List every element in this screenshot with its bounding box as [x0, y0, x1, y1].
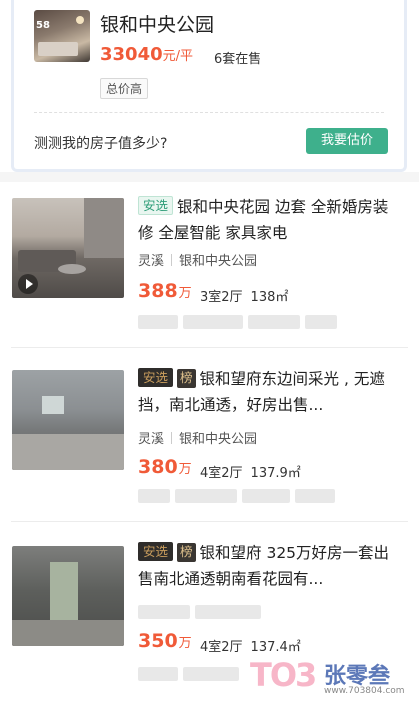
thumbnail-lamp-shape	[76, 16, 84, 24]
thumbnail-table-shape	[58, 264, 86, 274]
listing-blurred-tags	[138, 666, 244, 681]
listing-title[interactable]: 安选榜银和望府东边间采光 , 无遮挡，南北通透，好房出售...	[138, 366, 400, 418]
listing-price-value: 388	[138, 280, 178, 302]
listing-area: 137.4㎡	[250, 640, 301, 655]
play-video-icon[interactable]	[18, 274, 38, 294]
thumbnail-count: 58	[36, 20, 50, 31]
community-price: 33040元/平	[100, 44, 193, 65]
thumbnail-door-shape	[50, 562, 78, 620]
listing-location: 灵溪 银和中央公园	[138, 250, 257, 269]
listing-title-text: 银和望府东边间采光 , 无遮挡，南北通透，好房出售...	[138, 370, 385, 414]
rank-badge: 榜	[177, 543, 196, 562]
listing-area: 138㎡	[250, 290, 289, 305]
listing-title[interactable]: 安选榜银和望府 325万好房一套出售南北通透朝南看花园有...	[138, 540, 400, 592]
listing-price-unit: 万	[178, 286, 192, 301]
listing-community: 银和中央公园	[179, 254, 258, 269]
listing-price: 350万	[138, 630, 192, 652]
listing-location: 灵溪 银和中央公园	[138, 428, 257, 447]
listing-price-value: 380	[138, 456, 178, 478]
community-thumbnail[interactable]	[34, 10, 90, 62]
estimate-question: 测测我的房子值多少?	[34, 136, 168, 152]
listing-district: 灵溪	[138, 432, 165, 447]
location-divider	[171, 432, 173, 444]
anxuan-badge: 安选	[138, 196, 174, 215]
listing-layout: 4室2厅	[200, 466, 243, 481]
listing-community: 银和中央公园	[179, 432, 258, 447]
listing-title-text: 银和中央花园 边套 全新婚房装修 全屋智能 家具家电	[138, 198, 389, 242]
listing-item[interactable]: 安选榜银和望府东边间采光 , 无遮挡，南北通透，好房出售... 灵溪 银和中央公园…	[0, 348, 419, 522]
listing-thumbnail[interactable]	[12, 198, 124, 298]
community-price-value: 33040	[100, 44, 163, 65]
location-divider	[171, 254, 173, 266]
listing-title[interactable]: 安选 银和中央花园 边套 全新婚房装修 全屋智能 家具家电	[138, 194, 400, 246]
listing-item[interactable]: 安选 银和中央花园 边套 全新婚房装修 全屋智能 家具家电 灵溪 银和中央公园 38…	[0, 182, 419, 348]
listing-layout: 3室2厅	[200, 290, 243, 305]
thumbnail-window-shape	[42, 396, 64, 414]
listing-price-unit: 万	[178, 462, 192, 477]
listing-blurred-tags	[138, 314, 342, 329]
thumbnail-floor-shape	[12, 620, 124, 646]
listing-blurred-tags	[138, 488, 340, 503]
listing-blurred-location	[138, 604, 266, 619]
anxuan-badge: 安选	[138, 368, 174, 387]
listing-area: 137.9㎡	[250, 466, 301, 481]
listing-layout: 4室2厅	[200, 640, 243, 655]
listing-specs: 4室2厅 137.9㎡	[200, 462, 309, 481]
estimate-button[interactable]: 我要估价	[306, 128, 388, 154]
section-gap	[0, 172, 419, 182]
thumbnail-bed-shape	[38, 42, 78, 56]
listing-price-unit: 万	[178, 636, 192, 651]
card-divider	[34, 112, 384, 113]
listing-price: 380万	[138, 456, 192, 478]
page: 58 银和中央公园 33040元/平 6套在售 总价高 测测我的房子值多少? 我…	[0, 0, 419, 704]
thumbnail-curtain-shape	[84, 198, 124, 258]
listing-thumbnail[interactable]	[12, 370, 124, 470]
community-name[interactable]: 银和中央公园	[100, 10, 214, 37]
anxuan-badge: 安选	[138, 542, 174, 561]
listing-price: 388万	[138, 280, 192, 302]
community-tag: 总价高	[100, 78, 149, 99]
site-watermark: TO3 张零叁 www.703804.com	[250, 656, 410, 700]
watermark-url: www.703804.com	[324, 686, 405, 696]
thumbnail-floor-shape	[12, 434, 124, 470]
community-on-sale: 6套在售	[214, 52, 262, 67]
watermark-logo: TO3	[250, 656, 317, 694]
listing-thumbnail[interactable]	[12, 546, 124, 646]
listing-district: 灵溪	[138, 254, 165, 269]
community-price-unit: 元/平	[162, 49, 194, 64]
listing-specs: 4室2厅 137.4㎡	[200, 636, 309, 655]
listing-title-text: 银和望府 325万好房一套出售南北通透朝南看花园有...	[138, 544, 390, 588]
listing-price-value: 350	[138, 630, 178, 652]
rank-badge: 榜	[177, 369, 196, 388]
community-section: 58 银和中央公园 33040元/平 6套在售 总价高 测测我的房子值多少? 我…	[0, 0, 419, 178]
community-card[interactable]: 58 银和中央公园 33040元/平 6套在售 总价高 测测我的房子值多少? 我…	[11, 0, 407, 172]
listing-specs: 3室2厅 138㎡	[200, 286, 296, 305]
